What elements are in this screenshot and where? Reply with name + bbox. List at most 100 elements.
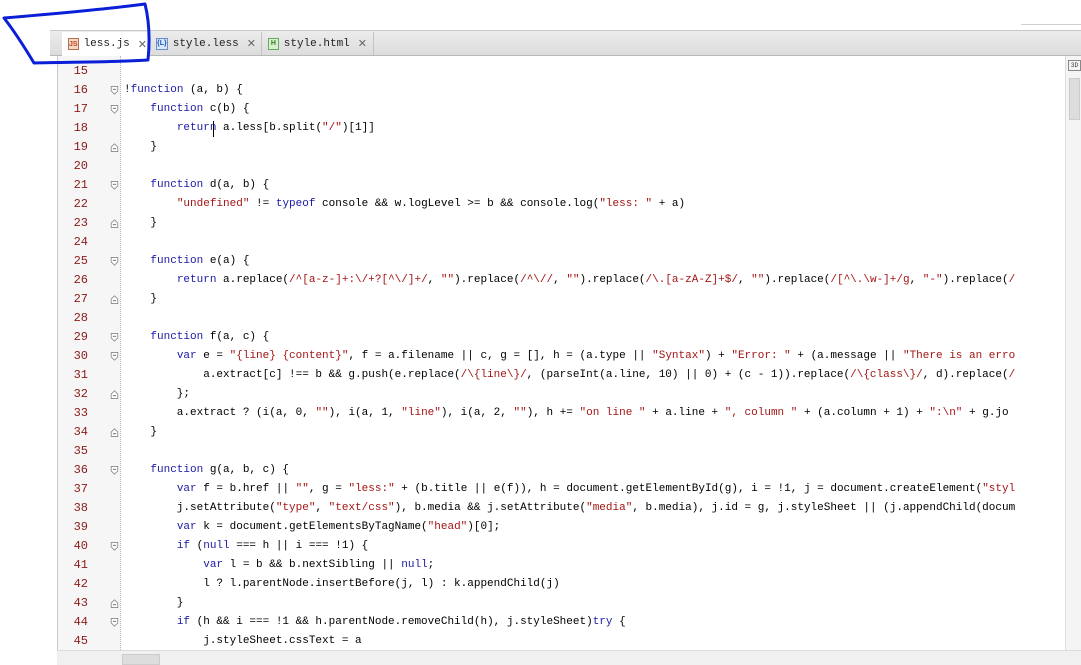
code-line[interactable]: 40 if (null === h || i === !1) { [58,537,1066,556]
line-number: 21 [73,178,88,192]
code-line[interactable]: 37 var f = b.href || "", g = "less:" + (… [58,480,1066,499]
code-line[interactable]: 39 var k = document.getElementsByTagName… [58,518,1066,537]
code-text: var f = b.href || "", g = "less:" + (b.t… [176,483,1016,495]
code-text: function d(a, b) { [150,179,270,191]
code-line[interactable]: 29 function f(a, c) { [58,328,1066,347]
line-number: 36 [73,463,88,477]
string-token: "/" [322,122,342,134]
code-text: if (h && i === !1 && h.parentNode.remove… [176,616,626,628]
string-token: /\.[a-zA-Z]+$/ [645,274,738,286]
string-token: "less:" [348,483,395,495]
code-text: } [124,141,158,153]
code-line[interactable]: 18 return a.less[b.split("/")[1]] [58,119,1066,138]
fold-end-icon[interactable] [110,599,119,608]
line-number: 23 [73,216,88,230]
line-number: 15 [73,64,88,78]
code-line[interactable]: 36 function g(a, b, c) { [58,461,1066,480]
keyword-token: var [203,559,224,571]
line-number: 37 [73,482,88,496]
code-text: } [124,293,158,305]
string-token: "" [295,483,309,495]
string-token: / [1008,274,1016,286]
string-token: ":\n" [929,407,963,419]
code-line[interactable]: 15 [58,62,1066,81]
string-token: /^[a-z-]+:\/+?[^\/]+/ [289,274,428,286]
horizontal-scroll-thumb[interactable] [122,654,160,665]
fold-collapse-icon[interactable] [110,618,119,627]
code-line[interactable]: 42 l ? l.parentNode.insertBefore(j, l) :… [58,575,1066,594]
fold-collapse-icon[interactable] [110,542,119,551]
close-icon[interactable]: ✕ [247,37,256,50]
code-line[interactable]: 34 } [58,423,1066,442]
horizontal-scrollbar[interactable] [57,650,1081,665]
fold-collapse-icon[interactable] [110,181,119,190]
fold-end-icon[interactable] [110,143,119,152]
code-line[interactable]: 31 a.extract[c] !== b && g.push(e.replac… [58,366,1066,385]
vertical-scroll-thumb[interactable] [1069,78,1080,120]
keyword-token: function [150,331,204,343]
line-number: 22 [73,197,88,211]
fold-end-icon[interactable] [110,428,119,437]
line-number: 35 [73,444,88,458]
vertical-scrollbar[interactable]: 3D [1065,56,1081,650]
code-line[interactable]: 35 [58,442,1066,461]
line-number: 44 [73,615,88,629]
code-line[interactable]: 26 return a.replace(/^[a-z-]+:\/+?[^\/]+… [58,271,1066,290]
code-text: function e(a) { [150,255,250,267]
code-line[interactable]: 17 function c(b) { [58,100,1066,119]
less-file-icon: {L} [156,37,168,50]
code-line[interactable]: 44 if (h && i === !1 && h.parentNode.rem… [58,613,1066,632]
code-line[interactable]: 33 a.extract ? (i(a, 0, ""), i(a, 1, "li… [58,404,1066,423]
code-line[interactable]: 28 [58,309,1066,328]
line-number: 26 [73,273,88,287]
fold-collapse-icon[interactable] [110,257,119,266]
string-token: "media" [586,502,633,514]
code-line[interactable]: 25 function e(a) { [58,252,1066,271]
tab-less-js[interactable]: JS less.js ✕ [62,32,150,56]
code-line[interactable]: 16 !function (a, b) { [58,81,1066,100]
scroll-map-icon[interactable]: 3D [1068,60,1081,71]
close-icon[interactable]: ✕ [138,38,147,51]
tab-style-html[interactable]: H style.html ✕ [262,32,374,55]
string-token: ", column " [724,407,798,419]
code-line[interactable]: 20 [58,157,1066,176]
code-editor[interactable]: 15 16 !function (a, b) {17 function c(b) {… [57,56,1066,650]
code-line[interactable]: 32 }; [58,385,1066,404]
code-line[interactable]: 22 "undefined" != typeof console && w.lo… [58,195,1066,214]
code-line[interactable]: 23 } [58,214,1066,233]
code-line[interactable]: 43 } [58,594,1066,613]
code-text: l ? l.parentNode.insertBefore(j, l) : k.… [124,578,560,590]
code-text: function f(a, c) { [150,331,270,343]
fold-collapse-icon[interactable] [110,105,119,114]
fold-collapse-icon[interactable] [110,466,119,475]
string-token: "" [440,274,455,286]
code-line[interactable]: 30 var e = "{line} {content}", f = a.fil… [58,347,1066,366]
fold-collapse-icon[interactable] [110,352,119,361]
close-icon[interactable]: ✕ [358,37,367,50]
keyword-token: var [176,483,197,495]
keyword-token: function [150,464,204,476]
string-token: "styl [982,483,1016,495]
code-line[interactable]: 27 } [58,290,1066,309]
string-token: "{line} {content}" [229,350,349,362]
code-line[interactable]: 19 } [58,138,1066,157]
code-line[interactable]: 38 j.setAttribute("type", "text/css"), b… [58,499,1066,518]
tab-style-less[interactable]: {L} style.less ✕ [150,32,262,55]
string-token: "undefined" [176,198,250,210]
string-token: "" [513,407,527,419]
code-line[interactable]: 45 j.styleSheet.cssText = a [58,632,1066,650]
code-line[interactable]: 24 [58,233,1066,252]
code-line[interactable]: 41 var l = b && b.nextSibling || null; [58,556,1066,575]
line-number: 42 [73,577,88,591]
string-token: /\{class\}/ [850,369,923,381]
fold-collapse-icon[interactable] [110,333,119,342]
fold-end-icon[interactable] [110,219,119,228]
line-number: 31 [73,368,88,382]
code-line[interactable]: 21 function d(a, b) { [58,176,1066,195]
string-token: /^\// [520,274,554,286]
code-text: var l = b && b.nextSibling || null; [203,559,435,571]
code-lines: 15 16 !function (a, b) {17 function c(b) {… [58,62,1066,650]
fold-end-icon[interactable] [110,390,119,399]
fold-collapse-icon[interactable] [110,86,119,95]
fold-end-icon[interactable] [110,295,119,304]
